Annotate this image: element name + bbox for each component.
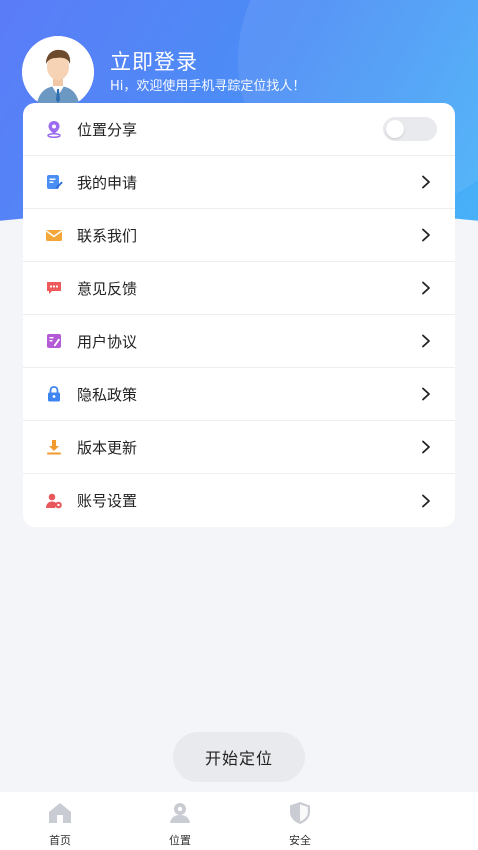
tab-location[interactable]: 位置: [120, 792, 240, 850]
menu-item-account-settings[interactable]: 账号设置: [23, 474, 455, 527]
chevron-right-icon: [419, 228, 433, 242]
tab-label-security: 安全: [289, 834, 311, 847]
menu-label-contact-us: 联系我们: [77, 226, 138, 245]
menu-item-location-share: 位置分享: [23, 103, 455, 156]
menu-label-user-agreement: 用户协议: [77, 332, 138, 351]
chevron-right-icon: [419, 175, 433, 189]
menu-item-my-application[interactable]: 我的申请: [23, 156, 455, 209]
chevron-right-icon: [419, 440, 433, 454]
chevron-right-icon: [419, 387, 433, 401]
menu-item-feedback[interactable]: 意见反馈: [23, 262, 455, 315]
toggle-knob: [386, 120, 404, 138]
menu-item-privacy-policy[interactable]: 隐私政策: [23, 368, 455, 421]
menu-label-account-settings: 账号设置: [77, 492, 138, 510]
profile-header[interactable]: 立即登录 Hi，欢迎使用手机寻踪定位找人！: [22, 36, 305, 108]
user-settings-icon: [43, 490, 65, 512]
location-share-icon: [43, 118, 65, 140]
menu-item-version-update[interactable]: 版本更新: [23, 421, 455, 474]
agreement-icon: [43, 330, 65, 352]
lock-icon: [43, 383, 65, 405]
chevron-right-icon: [419, 494, 433, 508]
menu-label-feedback: 意见反馈: [77, 279, 138, 298]
menu-label-my-application: 我的申请: [77, 173, 138, 192]
home-icon: [47, 801, 73, 829]
start-location-button[interactable]: 开始定位: [173, 732, 305, 782]
mail-icon: [43, 224, 65, 246]
location-share-toggle[interactable]: [383, 117, 437, 141]
feedback-icon: [43, 277, 65, 299]
location-person-icon: [167, 801, 193, 829]
chevron-right-icon: [419, 281, 433, 295]
chevron-right-icon: [419, 334, 433, 348]
download-icon: [43, 436, 65, 458]
tab-security[interactable]: 安全: [240, 792, 360, 850]
tab-home[interactable]: 首页: [0, 792, 120, 850]
menu-item-contact-us[interactable]: 联系我们: [23, 209, 455, 262]
bottom-tab-bar: 首页 位置 安全: [0, 792, 478, 850]
shield-icon: [287, 801, 313, 829]
menu-label-location-share: 位置分享: [77, 120, 138, 139]
avatar-person-icon: [22, 36, 94, 108]
menu-card: 位置分享 我的申请 联系我们 意见反馈 用户协议 隐私政策 版本更新 账号设置: [23, 103, 455, 527]
tab-label-location: 位置: [169, 834, 191, 847]
tab-label-home: 首页: [49, 834, 71, 847]
greeting-text: Hi，欢迎使用手机寻踪定位找人！: [110, 79, 306, 94]
login-title[interactable]: 立即登录: [110, 48, 305, 76]
application-icon: [43, 171, 65, 193]
menu-item-user-agreement[interactable]: 用户协议: [23, 315, 455, 368]
menu-label-privacy-policy: 隐私政策: [77, 385, 138, 404]
avatar[interactable]: [22, 36, 94, 108]
menu-label-version-update: 版本更新: [77, 438, 138, 457]
